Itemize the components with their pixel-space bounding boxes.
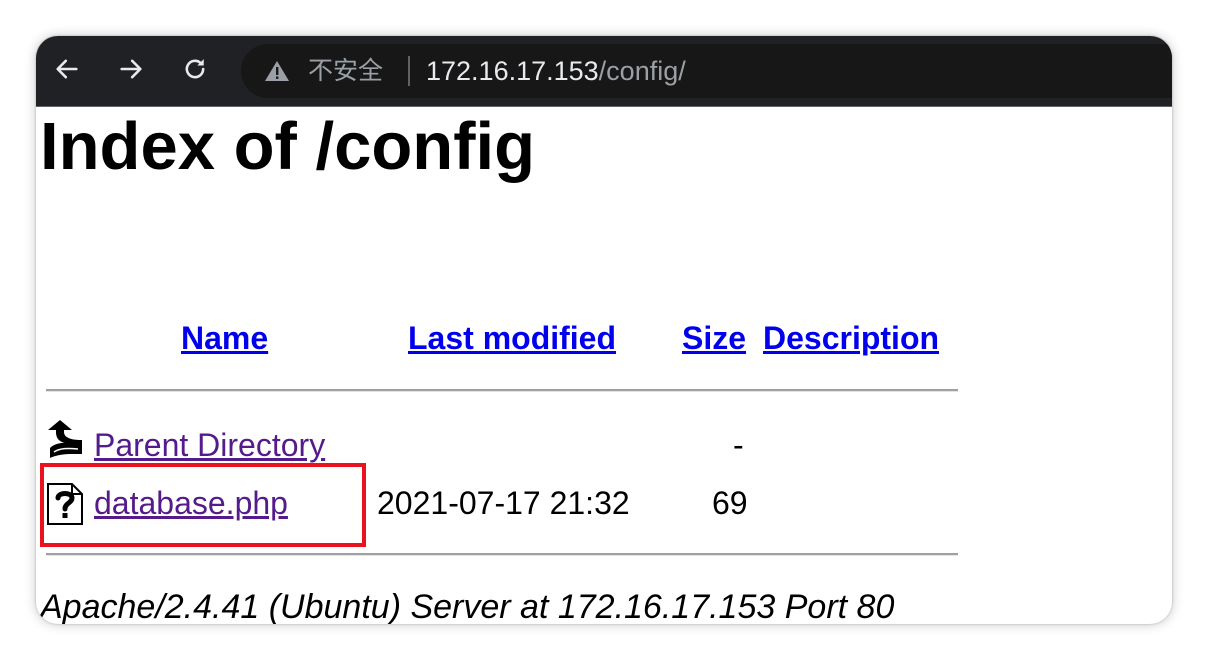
security-status-label[interactable]: 不安全 <box>308 57 383 85</box>
url-host: 172.16.17.153 <box>426 56 599 86</box>
url-path: /config/ <box>598 56 686 86</box>
column-header-description[interactable]: Description <box>763 318 939 358</box>
bottom-divider <box>46 553 958 556</box>
top-divider <box>46 389 958 392</box>
file-last-modified: 2021-07-17 21:32 <box>377 485 630 521</box>
server-signature: Apache/2.4.41 (Ubuntu) Server at 172.16.… <box>40 588 895 624</box>
column-header-name[interactable]: Name <box>181 318 268 358</box>
forward-button[interactable] <box>113 51 149 87</box>
file-size: 69 <box>712 485 748 521</box>
browser-window: 不安全 172.16.17.153/config/ Index of /conf… <box>36 36 1172 624</box>
page-content: Index of /config Name Last modified Size… <box>36 107 1172 624</box>
browser-toolbar: 不安全 172.16.17.153/config/ <box>36 36 1172 107</box>
back-button[interactable] <box>49 51 85 87</box>
column-header-size[interactable]: Size <box>682 318 746 358</box>
arrow-left-icon <box>56 59 78 79</box>
omnibox-divider <box>408 56 410 86</box>
parent-directory-icon <box>48 420 82 458</box>
highlight-box <box>40 463 366 547</box>
arrow-right-icon <box>120 59 142 79</box>
column-header-last-modified[interactable]: Last modified <box>408 318 616 358</box>
url-text[interactable]: 172.16.17.153/config/ <box>426 56 686 86</box>
reload-button[interactable] <box>177 51 213 87</box>
reload-icon <box>185 59 205 79</box>
parent-directory-link[interactable]: Parent Directory <box>94 425 325 465</box>
address-bar[interactable]: 不安全 172.16.17.153/config/ <box>241 44 1172 98</box>
parent-directory-size: - <box>733 427 744 463</box>
page-title: Index of /config <box>40 109 536 184</box>
warning-triangle-icon[interactable] <box>264 60 290 82</box>
